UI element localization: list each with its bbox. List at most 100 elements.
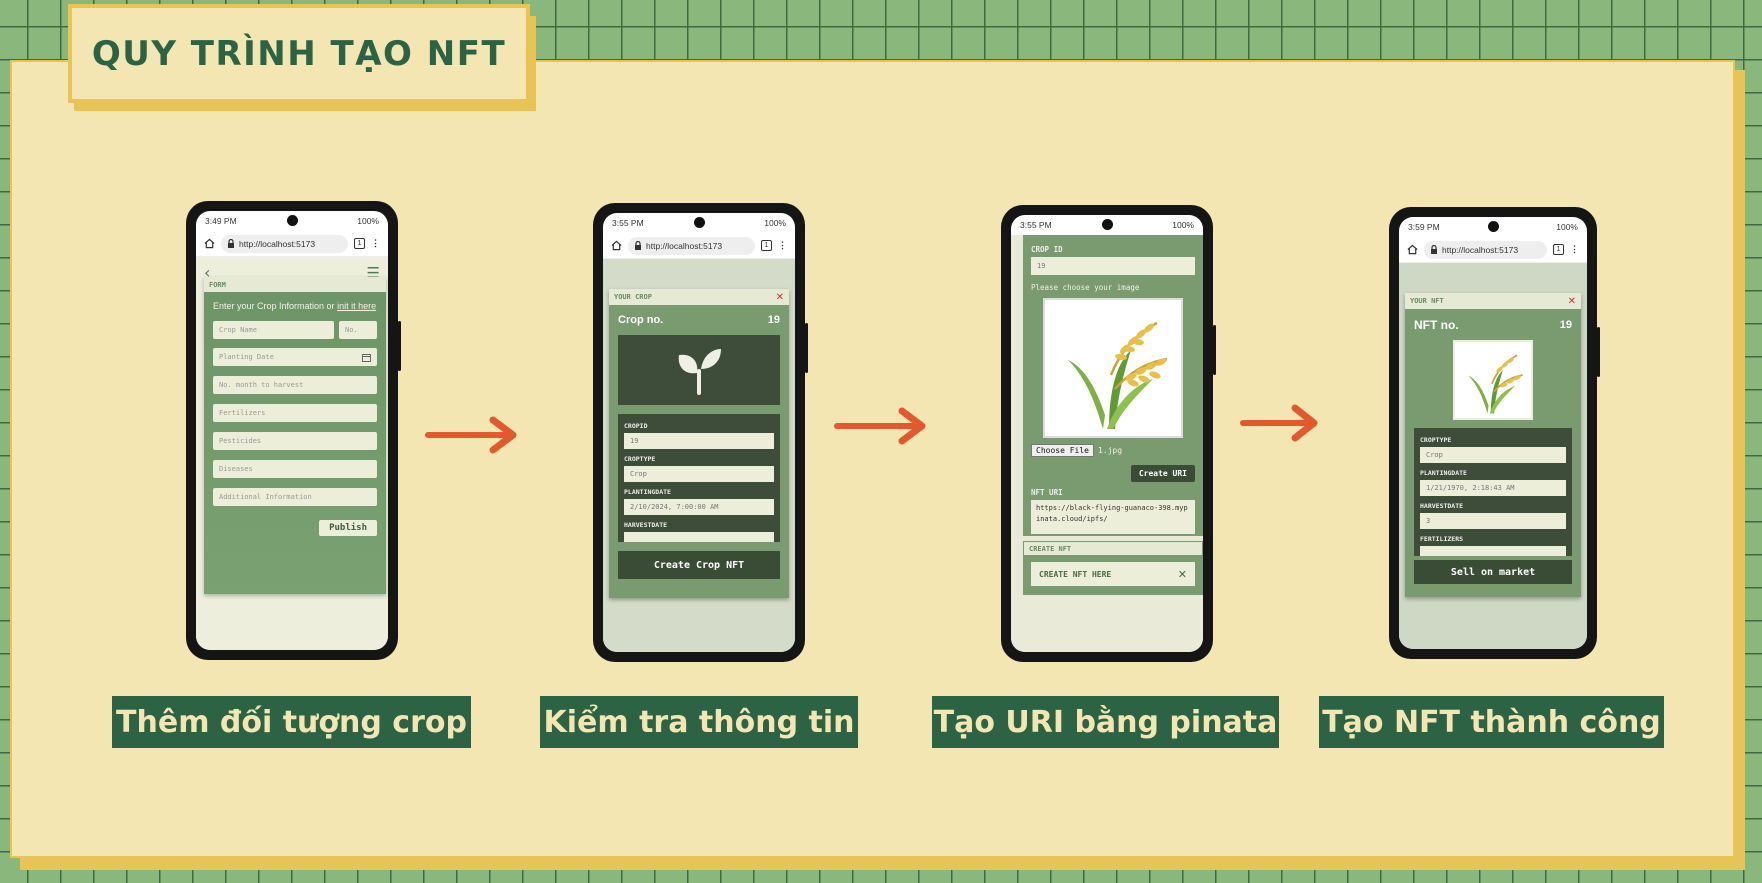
form-header: FORM (204, 277, 386, 292)
step-caption: Tạo URI bằng pinata (932, 696, 1279, 748)
form-intro: Enter your Crop Information or init it h… (213, 301, 377, 311)
field-value[interactable]: 19 (624, 433, 774, 449)
crop-modal: YOUR CROP ✕ Crop no. 19 CROPID 19 CROPTY… (609, 289, 789, 598)
phone-screen: 3:55 PM 100% http://localhost:5173 1 ⋮ Y… (603, 213, 795, 652)
crop-details: CROPID 19 CROPTYPE Crop PLANTINGDATE 2/1… (618, 414, 780, 542)
field-label: CROPID (624, 422, 648, 430)
url-text: http://localhost:5173 (239, 238, 316, 249)
crop-label: Crop no. (618, 314, 664, 326)
url-field[interactable]: http://localhost:5173 (1424, 240, 1547, 259)
field-value[interactable]: Crop (1420, 447, 1566, 463)
arrow-icon (834, 407, 926, 445)
status-bar: 3:55 PM 100% (603, 213, 795, 233)
create-nft-header: CREATE NFT (1023, 541, 1203, 556)
field-value[interactable] (624, 532, 774, 542)
address-bar: http://localhost:5173 1 ⋮ (603, 233, 795, 259)
additional-info-input[interactable]: Additional Information (213, 488, 377, 506)
status-time: 3:55 PM (1020, 220, 1052, 230)
crop-name-input[interactable]: Crop Name (213, 321, 334, 339)
lock-icon (1431, 245, 1437, 254)
close-icon[interactable]: ✕ (1568, 296, 1576, 307)
tabs-count-icon[interactable]: 1 (761, 240, 772, 251)
close-icon[interactable]: ✕ (1178, 568, 1187, 581)
home-icon[interactable] (204, 238, 215, 249)
nft-modal: YOUR NFT ✕ NFT no. 19 CROPTYPE Crop PLAN… (1405, 293, 1581, 597)
crop-image (618, 335, 780, 405)
step-caption: Tạo NFT thành công (1319, 696, 1664, 748)
crop-number-input[interactable]: No. (339, 321, 377, 339)
app-area: YOUR NFT ✕ NFT no. 19 CROPTYPE Crop PLAN… (1399, 263, 1587, 649)
phone-step-4: 3:59 PM 100% http://localhost:5173 1 ⋮ Y… (1389, 207, 1600, 659)
tabs-count-icon[interactable]: 1 (354, 238, 365, 249)
status-time: 3:55 PM (612, 218, 644, 228)
nft-number: 19 (1559, 319, 1572, 331)
calendar-icon[interactable] (362, 353, 371, 362)
field-value[interactable]: Crop (624, 466, 774, 482)
lock-icon (228, 239, 234, 248)
status-battery: 100% (1556, 222, 1578, 232)
field-value[interactable] (1420, 546, 1566, 556)
field-value[interactable]: 2/10/2024, 7:00:00 AM (624, 499, 774, 515)
step-caption: Thêm đối tượng crop (112, 696, 471, 748)
field-value[interactable]: 1/21/1970, 2:18:43 AM (1420, 480, 1566, 496)
camera-icon (694, 217, 705, 228)
close-icon[interactable]: ✕ (776, 292, 784, 303)
field-label: PLANTINGDATE (624, 488, 671, 496)
nft-label: NFT no. (1414, 318, 1459, 332)
crop-id-input[interactable]: 19 (1031, 257, 1195, 275)
init-link[interactable]: init it here (337, 301, 376, 311)
phone-screen: 3:49 PM 100% http://localhost:5173 1 ⋮ ‹… (196, 211, 388, 650)
form-card: FORM Enter your Crop Information or init… (204, 277, 386, 594)
publish-button[interactable]: Publish (319, 520, 377, 536)
create-nft-card: CREATE NFT CREATE NFT HERE ✕ (1023, 541, 1203, 595)
url-field[interactable]: http://localhost:5173 (628, 236, 755, 255)
url-text: http://localhost:5173 (1442, 244, 1519, 255)
menu-dots-icon[interactable]: ⋮ (1570, 244, 1579, 255)
field-label: CROPTYPE (624, 455, 656, 463)
phone-step-2: 3:55 PM 100% http://localhost:5173 1 ⋮ Y… (593, 203, 808, 662)
choose-file-button[interactable]: Choose File (1031, 444, 1094, 457)
phone-step-3: 3:55 PM 100% CROP ID 19 Please choose yo… (1001, 205, 1216, 662)
menu-dots-icon[interactable]: ⋮ (778, 240, 787, 251)
phone-screen: 3:59 PM 100% http://localhost:5173 1 ⋮ Y… (1399, 217, 1587, 649)
choose-prompt: Please choose your image (1031, 283, 1140, 292)
nft-details: CROPTYPE Crop PLANTINGDATE 1/21/1970, 2:… (1414, 428, 1572, 556)
create-crop-nft-button[interactable]: Create Crop NFT (618, 551, 780, 579)
nft-image (1453, 340, 1533, 420)
tabs-count-icon[interactable]: 1 (1553, 244, 1564, 255)
status-bar: 3:49 PM 100% (196, 211, 388, 231)
nft-uri-textarea[interactable]: https://black-flying-guanaco-398.mypinat… (1031, 500, 1195, 534)
image-preview (1043, 298, 1183, 438)
modal-header: YOUR NFT (1410, 297, 1444, 305)
menu-dots-icon[interactable]: ⋮ (371, 238, 380, 249)
camera-icon (1102, 219, 1113, 230)
create-nft-here-field[interactable]: CREATE NFT HERE ✕ (1031, 562, 1195, 586)
status-battery: 100% (764, 218, 786, 228)
home-icon[interactable] (611, 240, 622, 251)
diseases-input[interactable]: Diseases (213, 460, 377, 478)
field-label: HARVESTDATE (1420, 502, 1464, 510)
field-label: FERTILIZERS (1420, 535, 1464, 543)
field-value[interactable]: 3 (1420, 513, 1566, 529)
pesticides-input[interactable]: Pesticides (213, 432, 377, 450)
status-bar: 3:55 PM 100% (1011, 215, 1203, 235)
modal-header: YOUR CROP (614, 293, 652, 301)
app-area: CROP ID 19 Please choose your image Choo… (1011, 235, 1203, 652)
url-text: http://localhost:5173 (646, 240, 723, 251)
arrow-icon (1240, 404, 1318, 442)
wheat-image (1468, 354, 1523, 414)
nft-uri-label: NFT URI (1031, 488, 1063, 497)
step-caption: Kiểm tra thông tin (540, 696, 858, 748)
create-uri-button[interactable]: Create URI (1130, 465, 1195, 482)
fertilizers-input[interactable]: Fertilizers (213, 404, 377, 422)
wheat-image (1068, 321, 1168, 429)
arrow-icon (425, 416, 517, 454)
months-to-harvest-input[interactable]: No. month to harvest (213, 376, 377, 394)
phone-step-1: 3:49 PM 100% http://localhost:5173 1 ⋮ ‹… (186, 201, 401, 660)
planting-date-input[interactable]: Planting Date (213, 348, 377, 366)
address-bar: http://localhost:5173 1 ⋮ (1399, 237, 1587, 263)
sell-on-market-button[interactable]: Sell on market (1414, 560, 1572, 584)
home-icon[interactable] (1407, 244, 1418, 255)
status-time: 3:59 PM (1408, 222, 1440, 232)
url-field[interactable]: http://localhost:5173 (221, 234, 348, 253)
